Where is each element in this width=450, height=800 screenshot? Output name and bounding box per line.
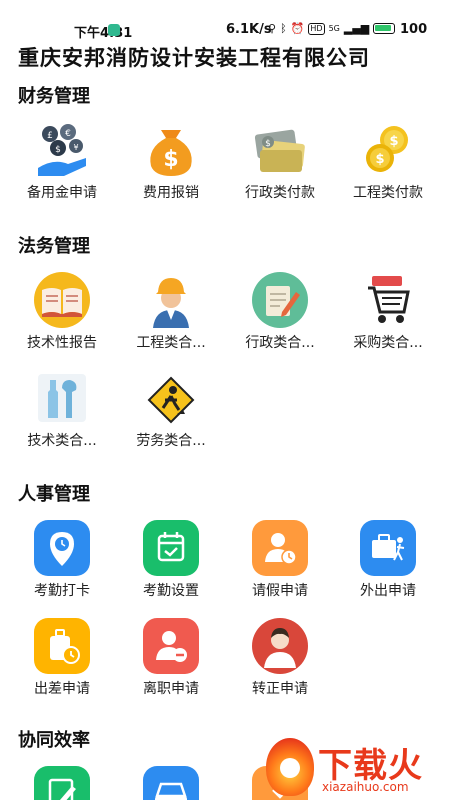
- tools-icon: [34, 370, 90, 426]
- tile-label: 劳务类合...: [136, 433, 206, 449]
- tile-attendance-settings[interactable]: 考勤设置: [117, 520, 225, 600]
- tile-purchase-contract[interactable]: 采购类合...: [334, 272, 442, 352]
- shopping-cart-icon: [360, 272, 416, 328]
- tile-label: 采购类合...: [353, 335, 423, 351]
- gold-coins-icon: $ $: [360, 122, 416, 178]
- location-icon: ⚲: [268, 22, 277, 35]
- tile-label: 转正申请: [252, 681, 308, 697]
- section-title-legal: 法务管理: [18, 236, 90, 257]
- svg-text:$: $: [389, 134, 398, 149]
- tile-collab-edit[interactable]: [8, 766, 116, 800]
- tile-clock-in[interactable]: 考勤打卡: [8, 520, 116, 600]
- svg-text:€: €: [65, 129, 71, 139]
- tile-expense-claim[interactable]: $ 费用报销: [117, 122, 225, 202]
- tile-label: 出差申请: [34, 681, 90, 697]
- calendar-check-icon: [143, 520, 199, 576]
- navigation-icon: [108, 24, 120, 36]
- tile-admin-contract[interactable]: 行政类合...: [226, 272, 334, 352]
- tile-label: 工程类合...: [136, 335, 206, 351]
- person-badge-icon: [252, 618, 308, 674]
- section-title-hr: 人事管理: [18, 484, 90, 505]
- money-bag-icon: $: [143, 122, 199, 178]
- tile-technical-contract[interactable]: 技术类合...: [8, 370, 116, 450]
- status-bar: 下午4:31 6.1K/s ⚲ ᛒ ⏰ HD 5G ▂▄▆ 100: [0, 0, 450, 41]
- tile-label: 行政类付款: [245, 185, 315, 201]
- tile-engineering-contract[interactable]: 工程类合...: [117, 272, 225, 352]
- tile-label: 技术类合...: [27, 433, 97, 449]
- company-title: 重庆安邦消防设计安装工程有限公司: [18, 46, 370, 70]
- cash-bills-icon: $: [252, 122, 308, 178]
- tile-project-payment[interactable]: $ $ 工程类付款: [334, 122, 442, 202]
- signal-icon: ▂▄▆: [343, 22, 370, 35]
- flame-icon: [266, 738, 314, 796]
- currency-exchange-icon: £ € $ ¥: [34, 122, 90, 178]
- status-time: 下午4:31: [74, 26, 133, 41]
- svg-text:$: $: [265, 139, 271, 149]
- svg-text:£: £: [47, 131, 53, 141]
- tile-tech-report[interactable]: 技术性报告: [8, 272, 116, 352]
- tile-resignation[interactable]: 离职申请: [117, 618, 225, 698]
- hd-icon: HD: [308, 22, 325, 35]
- svg-text:¥: ¥: [73, 143, 78, 152]
- svg-text:$: $: [163, 147, 178, 172]
- svg-text:$: $: [55, 145, 61, 155]
- tile-label: 离职申请: [143, 681, 199, 697]
- svg-text:$: $: [375, 152, 384, 167]
- tile-label: 费用报销: [143, 185, 199, 201]
- section-title-finance: 财务管理: [18, 86, 90, 107]
- tile-labor-contract[interactable]: 劳务类合...: [117, 370, 225, 450]
- signal-label: 5G: [328, 24, 340, 33]
- person-minus-icon: [143, 618, 199, 674]
- engineer-icon: [143, 272, 199, 328]
- tile-label: 行政类合...: [245, 335, 315, 351]
- battery-icon: [373, 23, 396, 34]
- bluetooth-icon: ᛒ: [280, 22, 287, 35]
- car-icon: [143, 766, 199, 800]
- person-clock-icon: [252, 520, 308, 576]
- alarm-icon: ⏰: [290, 22, 305, 35]
- open-book-icon: [34, 272, 90, 328]
- tile-leave-request[interactable]: 请假申请: [226, 520, 334, 600]
- tile-label: 外出申请: [360, 583, 416, 599]
- network-speed: 6.1K/s: [226, 22, 272, 37]
- tile-admin-payment[interactable]: $ 行政类付款: [226, 122, 334, 202]
- tile-petty-cash[interactable]: £ € $ ¥ 备用金申请: [8, 122, 116, 202]
- watermark-url: xiazaihuo.com: [322, 780, 409, 794]
- battery-level: 100: [400, 22, 428, 37]
- document-edit-icon: [252, 272, 308, 328]
- tile-regularization[interactable]: 转正申请: [226, 618, 334, 698]
- construction-sign-icon: [143, 370, 199, 426]
- tile-collab-car[interactable]: [117, 766, 225, 800]
- tile-label: 考勤设置: [143, 583, 199, 599]
- tile-label: 备用金申请: [27, 185, 97, 201]
- luggage-clock-icon: [34, 618, 90, 674]
- status-icons: ⚲ ᛒ ⏰ HD 5G ▂▄▆: [268, 22, 396, 35]
- tile-label: 请假申请: [252, 583, 308, 599]
- tile-label: 工程类付款: [353, 185, 423, 201]
- clock-pin-icon: [34, 520, 90, 576]
- tile-label: 技术性报告: [27, 335, 97, 351]
- section-title-collaboration: 协同效率: [18, 730, 90, 751]
- tile-outing-request[interactable]: 外出申请: [334, 520, 442, 600]
- tile-business-trip[interactable]: 出差申请: [8, 618, 116, 698]
- briefcase-walk-icon: [360, 520, 416, 576]
- edit-note-icon: [34, 766, 90, 800]
- tile-label: 考勤打卡: [34, 583, 90, 599]
- watermark-logo: 下载火 xiazaihuo.com: [262, 736, 450, 800]
